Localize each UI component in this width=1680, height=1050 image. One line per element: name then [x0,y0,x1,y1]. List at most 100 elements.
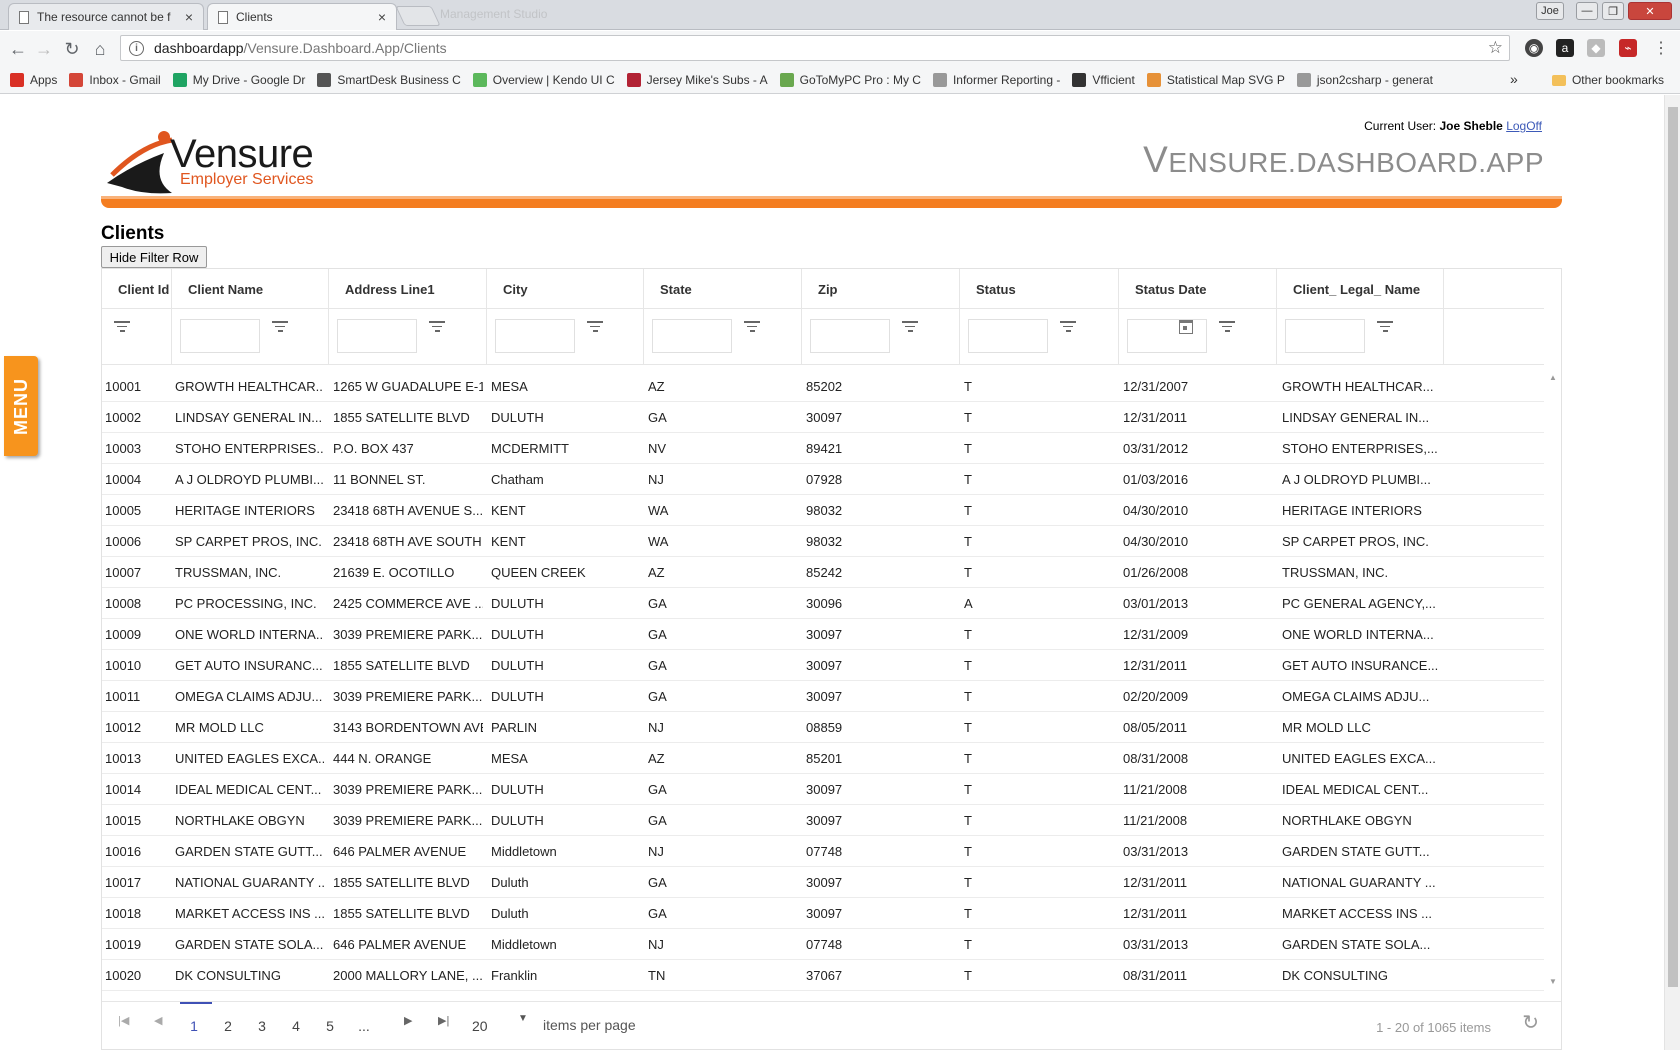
table-row[interactable]: 10017 NATIONAL GUARANTY ... 1855 SATELLITE… [102,867,1544,898]
table-row[interactable]: 10001 GROWTH HEALTHCAR... 1265 W GUADALUPE… [102,371,1544,402]
filter-icon[interactable] [902,321,918,335]
table-row[interactable]: 10010 GET AUTO INSURANC... 1855 SATELLITE … [102,650,1544,681]
column-header[interactable]: Address Line1 [329,269,487,309]
table-row[interactable]: 10006 SP CARPET PROS, INC. 23418 68TH AVE … [102,526,1544,557]
filter-input[interactable] [652,319,732,353]
page-number-button[interactable]: 2 [216,1018,240,1034]
browser-tab-clients[interactable]: Clients × [207,3,397,30]
table-row[interactable]: 10007 TRUSSMAN, INC. 21639 E. OCOTILLO QUEE… [102,557,1544,588]
filter-icon[interactable] [429,321,445,335]
hide-filter-row-button[interactable]: Hide Filter Row [101,246,207,268]
table-row[interactable]: 10009 ONE WORLD INTERNA... 3039 PREMIERE P… [102,619,1544,650]
filter-input[interactable] [968,319,1048,353]
grid-scrollbar[interactable]: ▲ ▼ [1545,371,1562,991]
bookmark-item[interactable]: Statistical Map SVG P [1146,73,1285,87]
close-tab-icon[interactable]: × [185,9,193,25]
minimize-button[interactable]: — [1576,2,1598,20]
table-row[interactable]: 10015 NORTHLAKE OBGYN 3039 PREMIERE PARK..… [102,805,1544,836]
filter-icon[interactable] [587,321,603,335]
new-tab-button[interactable] [395,6,441,26]
column-header[interactable]: State [644,269,802,309]
reload-icon[interactable]: ↻ [60,37,84,61]
filter-input[interactable] [495,319,575,353]
filter-input[interactable] [337,319,417,353]
table-row[interactable]: 10019 GARDEN STATE SOLA... 646 PALMER AVEN… [102,929,1544,960]
column-header[interactable]: Status Date [1119,269,1277,309]
page-number-button[interactable]: 4 [284,1018,308,1034]
close-window-button[interactable]: ✕ [1628,2,1672,20]
page-size-dropdown-icon[interactable]: ▼ [518,1013,528,1024]
scrollbar-thumb[interactable] [1668,107,1678,987]
column-header[interactable]: Client_ Legal_ Name [1277,269,1444,309]
filter-input[interactable] [810,319,890,353]
table-row[interactable]: 10012 MR MOLD LLC 3143 BORDENTOWN AVE PARLI… [102,712,1544,743]
bookmark-item[interactable]: Jersey Mike's Subs - A [626,73,768,87]
info-icon[interactable]: i [129,40,144,56]
table-row[interactable]: 10002 LINDSAY GENERAL IN... 1855 SATELLITE… [102,402,1544,433]
pdf-extension-icon[interactable]: ⌁ [1619,39,1637,57]
extension-icon[interactable]: ◉ [1525,39,1543,57]
table-row[interactable]: 10020 DK CONSULTING 2000 MALLORY LANE, ...… [102,960,1544,991]
filter-icon[interactable] [1377,321,1393,335]
more-pages-button[interactable]: ... [352,1018,376,1034]
filter-icon[interactable] [272,321,288,335]
page-number-button[interactable]: 3 [250,1018,274,1034]
bookmark-item[interactable]: Inbox - Gmail [69,73,161,87]
scroll-down-icon[interactable]: ▼ [1549,977,1557,986]
filter-icon[interactable] [1219,321,1235,335]
refresh-icon[interactable]: ↻ [1522,1010,1539,1035]
restore-button[interactable]: ❐ [1602,2,1624,20]
column-header[interactable]: City [487,269,644,309]
filter-icon[interactable] [744,321,760,335]
browser-tab-resource[interactable]: The resource cannot be f × [8,3,204,30]
filter-input[interactable] [180,319,260,353]
first-page-icon[interactable]: |◀ [118,1014,129,1027]
bookmark-item[interactable]: GoToMyPC Pro : My C [779,73,921,87]
scroll-up-icon[interactable]: ▲ [1549,373,1557,382]
bookmark-item[interactable]: json2csharp - generat [1296,73,1433,87]
filter-icon[interactable] [114,321,130,335]
table-row[interactable]: 10014 IDEAL MEDICAL CENT... 3039 PREMIERE … [102,774,1544,805]
table-row[interactable]: 10018 MARKET ACCESS INS ... 1855 SATELLITE… [102,898,1544,929]
table-row[interactable]: 10016 GARDEN STATE GUTT... 646 PALMER AVEN… [102,836,1544,867]
dropbox-extension-icon[interactable]: ◆ [1587,39,1605,57]
address-bar[interactable]: i dashboardapp /Vensure.Dashboard.App/Cl… [120,35,1510,61]
table-row[interactable]: 10013 UNITED EAGLES EXCA... 444 N. ORANGE M… [102,743,1544,774]
bookmarks-overflow-icon[interactable]: » [1510,71,1518,87]
other-bookmarks[interactable]: » Other bookmarks [1510,71,1664,87]
filter-icon[interactable] [1060,321,1076,335]
menu-tab[interactable]: MENU [4,356,38,456]
column-header[interactable]: Client Name [172,269,329,309]
column-header[interactable]: Client Id [102,269,172,309]
bookmark-item[interactable]: Vfficient [1072,73,1135,87]
filter-input[interactable] [1285,319,1365,353]
bookmark-star-icon[interactable]: ☆ [1488,38,1503,58]
amazon-extension-icon[interactable]: a [1556,39,1574,57]
last-page-icon[interactable]: ▶| [438,1014,449,1027]
table-row[interactable]: 10008 PC PROCESSING, INC. 2425 COMMERCE AV… [102,588,1544,619]
page-size-value[interactable]: 20 [472,1018,488,1034]
next-page-icon[interactable]: ▶ [404,1014,412,1027]
back-arrow-icon[interactable]: ← [6,37,30,61]
bookmark-item[interactable]: Apps [10,73,57,87]
table-row[interactable]: 10005 HERITAGE INTERIORS 23418 68TH AVENUE… [102,495,1544,526]
bookmark-item[interactable]: SmartDesk Business C [317,73,461,87]
bookmark-item[interactable]: Informer Reporting - [932,73,1060,87]
column-header[interactable]: Zip [802,269,960,309]
page-number-button[interactable]: 1 [180,1002,212,1034]
bookmark-item[interactable]: Overview | Kendo UI C [472,73,615,87]
page-scrollbar[interactable] [1664,95,1680,1050]
table-row[interactable]: 10003 STOHO ENTERPRISES... P.O. BOX 437 MCD… [102,433,1544,464]
table-row[interactable]: 10004 A J OLDROYD PLUMBI... 11 BONNEL ST. C… [102,464,1544,495]
date-filter-input[interactable] [1127,319,1207,353]
calendar-icon[interactable] [1179,320,1193,334]
browser-menu-icon[interactable]: ⋮ [1652,39,1670,57]
forward-arrow-icon[interactable]: → [32,37,56,61]
column-header[interactable]: Status [960,269,1119,309]
close-tab-icon[interactable]: × [378,9,386,25]
table-row[interactable]: 10011 OMEGA CLAIMS ADJU... 3039 PREMIERE P… [102,681,1544,712]
logoff-link[interactable]: LogOff [1506,119,1542,133]
page-number-button[interactable]: 5 [318,1018,342,1034]
profile-button[interactable]: Joe [1536,2,1564,20]
previous-page-icon[interactable]: ◀ [154,1014,162,1027]
